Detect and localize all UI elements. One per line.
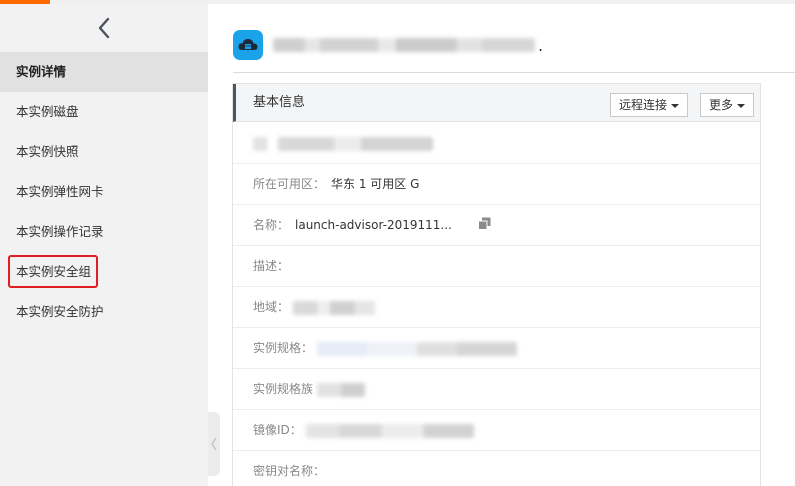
chevron-left-icon	[98, 17, 110, 38]
info-row-name: 名称： launch-advisor-2019111...	[233, 205, 760, 246]
info-row-instance-type: 实例规格：	[233, 328, 760, 369]
sidebar-item-operation-logs[interactable]: 本实例操作记录	[0, 212, 208, 252]
info-row-image-id: 镜像ID：	[233, 410, 760, 451]
more-button[interactable]: 更多	[700, 93, 755, 117]
info-row-instance-id	[233, 123, 760, 164]
info-row-keypair: 密钥对名称：	[233, 451, 760, 486]
redacted-region	[292, 300, 375, 315]
sidebar-item-disks[interactable]: 本实例磁盘	[0, 92, 208, 132]
redacted-instance-family	[316, 382, 365, 397]
info-row-zone: 所在可用区： 华东 1 可用区 G	[233, 164, 760, 205]
highlight-annotation-box	[8, 255, 98, 288]
info-row-region: 地域：	[233, 287, 760, 328]
console-page: 实例详情 本实例磁盘 本实例快照 本实例弹性网卡 本实例操作记录 本实例安全组 …	[0, 0, 795, 486]
panel-header: 基本信息 远程连接 更多	[233, 84, 760, 122]
redacted-instance-type	[316, 341, 517, 356]
sidebar-item-snapshots[interactable]: 本实例快照	[0, 132, 208, 172]
caret-down-icon	[671, 103, 680, 108]
copy-icon[interactable]	[477, 206, 491, 246]
redacted-instance-id	[253, 136, 433, 151]
sidebar-item-instance-details[interactable]: 实例详情	[0, 52, 208, 92]
sidebar-item-eni[interactable]: 本实例弹性网卡	[0, 172, 208, 212]
panel-title: 基本信息	[253, 95, 306, 110]
info-row-instance-family: 实例规格族	[233, 369, 760, 410]
instance-title-suffix: .	[538, 35, 544, 55]
main-content: . 基本信息 远程连接 更多 所在可用区： 华东 1 可用区 G 名称： launc…	[208, 4, 795, 486]
info-row-description: 描述：	[233, 246, 760, 287]
basic-info-panel: 基本信息 远程连接 更多 所在可用区： 华东 1 可用区 G 名称： launch-…	[232, 83, 761, 486]
instance-header: .	[233, 28, 543, 62]
caret-down-icon	[737, 103, 746, 108]
sidebar: 实例详情 本实例磁盘 本实例快照 本实例弹性网卡 本实例操作记录 本实例安全组 …	[0, 4, 208, 486]
sidebar-item-security-protection[interactable]: 本实例安全防护	[0, 292, 208, 332]
remote-connect-button[interactable]: 远程连接	[610, 93, 689, 117]
back-button[interactable]	[0, 4, 208, 51]
instance-title-redacted	[273, 38, 535, 52]
redacted-image-id	[305, 423, 474, 438]
cloud-server-icon	[233, 30, 263, 60]
header-divider	[233, 72, 795, 73]
